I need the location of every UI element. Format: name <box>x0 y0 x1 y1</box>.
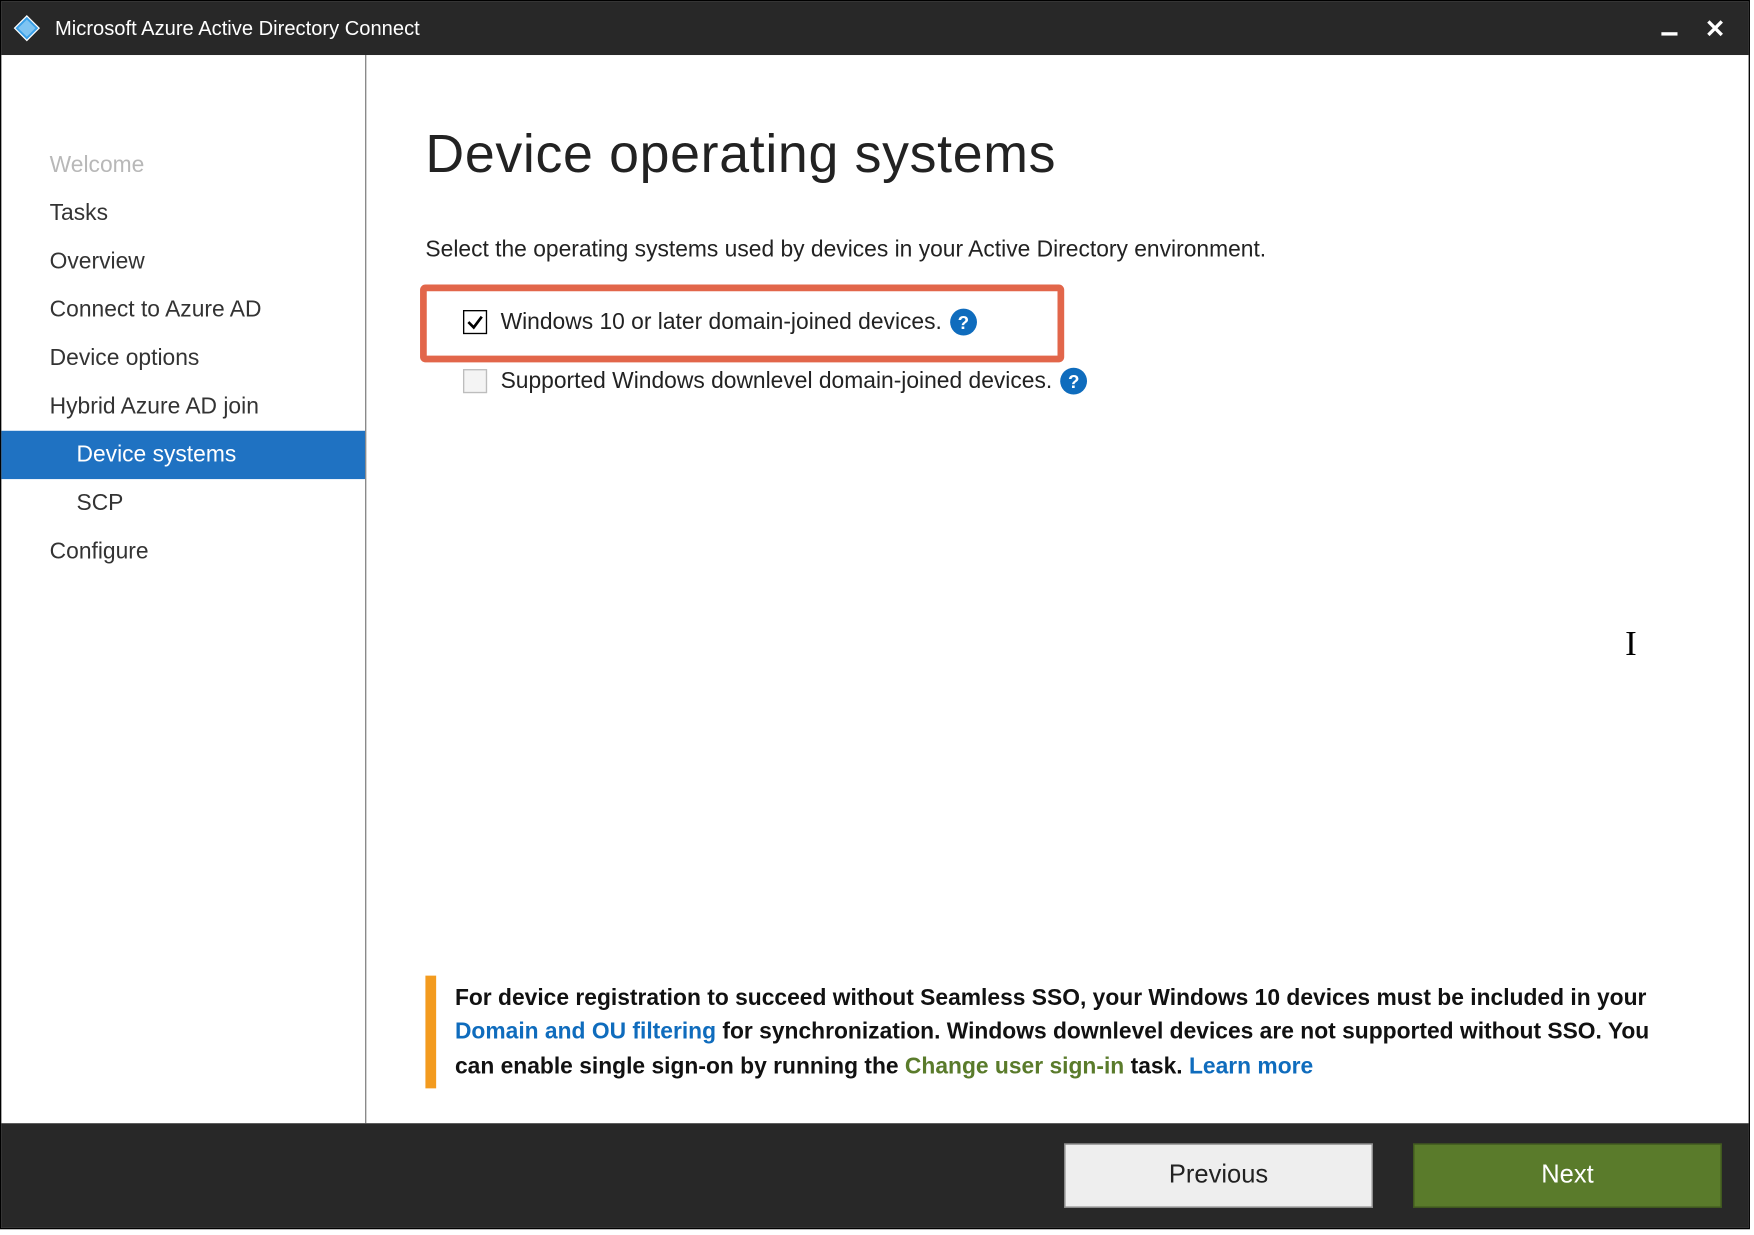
sidebar-item-device-options[interactable]: Device options <box>1 334 365 382</box>
button-label: Next <box>1541 1161 1593 1191</box>
next-button[interactable]: Next <box>1413 1143 1722 1207</box>
sidebar-item-connect-azure-ad[interactable]: Connect to Azure AD <box>1 286 365 334</box>
sidebar-item-label: Tasks <box>50 200 108 225</box>
os-options: Windows 10 or later domain-joined device… <box>425 301 1695 403</box>
link-change-user-signin[interactable]: Change user sign-in <box>905 1053 1124 1078</box>
sidebar-item-label: Device options <box>50 345 200 370</box>
sidebar-item-device-systems[interactable]: Device systems <box>1 431 365 479</box>
button-label: Previous <box>1169 1161 1268 1191</box>
option-downlevel[interactable]: Supported Windows downlevel domain-joine… <box>425 360 1695 403</box>
sidebar-item-label: Welcome <box>50 152 145 177</box>
wizard-footer: Previous Next <box>1 1123 1748 1228</box>
page-title: Device operating systems <box>425 125 1695 185</box>
sidebar-item-welcome[interactable]: Welcome <box>1 141 365 189</box>
sidebar-item-label: Hybrid Azure AD join <box>50 393 259 418</box>
notice-text: task. <box>1131 1053 1189 1078</box>
sidebar-item-configure[interactable]: Configure <box>1 527 365 575</box>
azure-logo-icon <box>12 13 42 43</box>
sidebar-item-label: Configure <box>50 538 149 563</box>
info-notice: For device registration to succeed witho… <box>425 975 1695 1088</box>
sidebar-item-tasks[interactable]: Tasks <box>1 189 365 237</box>
option-label: Supported Windows downlevel domain-joine… <box>501 368 1053 395</box>
main-panel: Device operating systems Select the oper… <box>366 55 1748 1123</box>
sidebar-item-label: SCP <box>76 490 123 515</box>
help-icon[interactable]: ? <box>950 309 977 336</box>
close-button[interactable] <box>1692 8 1738 48</box>
link-domain-ou-filtering[interactable]: Domain and OU filtering <box>455 1019 716 1044</box>
sidebar-item-hybrid-join[interactable]: Hybrid Azure AD join <box>1 382 365 430</box>
link-learn-more[interactable]: Learn more <box>1189 1053 1313 1078</box>
sidebar-item-label: Connect to Azure AD <box>50 297 262 322</box>
minimize-button[interactable] <box>1647 8 1693 48</box>
wizard-sidebar: Welcome Tasks Overview Connect to Azure … <box>1 55 366 1123</box>
help-icon[interactable]: ? <box>1060 368 1087 395</box>
sidebar-item-overview[interactable]: Overview <box>1 238 365 286</box>
checkbox-checked-icon[interactable] <box>463 310 487 334</box>
sidebar-item-label: Overview <box>50 248 145 273</box>
window-body: Welcome Tasks Overview Connect to Azure … <box>1 55 1748 1123</box>
app-window: Microsoft Azure Active Directory Connect… <box>0 0 1750 1229</box>
sidebar-item-scp[interactable]: SCP <box>1 479 365 527</box>
checkbox-unchecked-icon[interactable] <box>463 369 487 393</box>
option-label: Windows 10 or later domain-joined device… <box>501 309 942 336</box>
sidebar-item-label: Device systems <box>76 442 236 467</box>
titlebar: Microsoft Azure Active Directory Connect <box>1 1 1748 55</box>
window-title: Microsoft Azure Active Directory Connect <box>55 17 1647 40</box>
notice-text: For device registration to succeed witho… <box>455 984 1647 1009</box>
option-win10[interactable]: Windows 10 or later domain-joined device… <box>425 301 1695 344</box>
previous-button[interactable]: Previous <box>1064 1143 1373 1207</box>
page-subtitle: Select the operating systems used by dev… <box>425 236 1695 263</box>
